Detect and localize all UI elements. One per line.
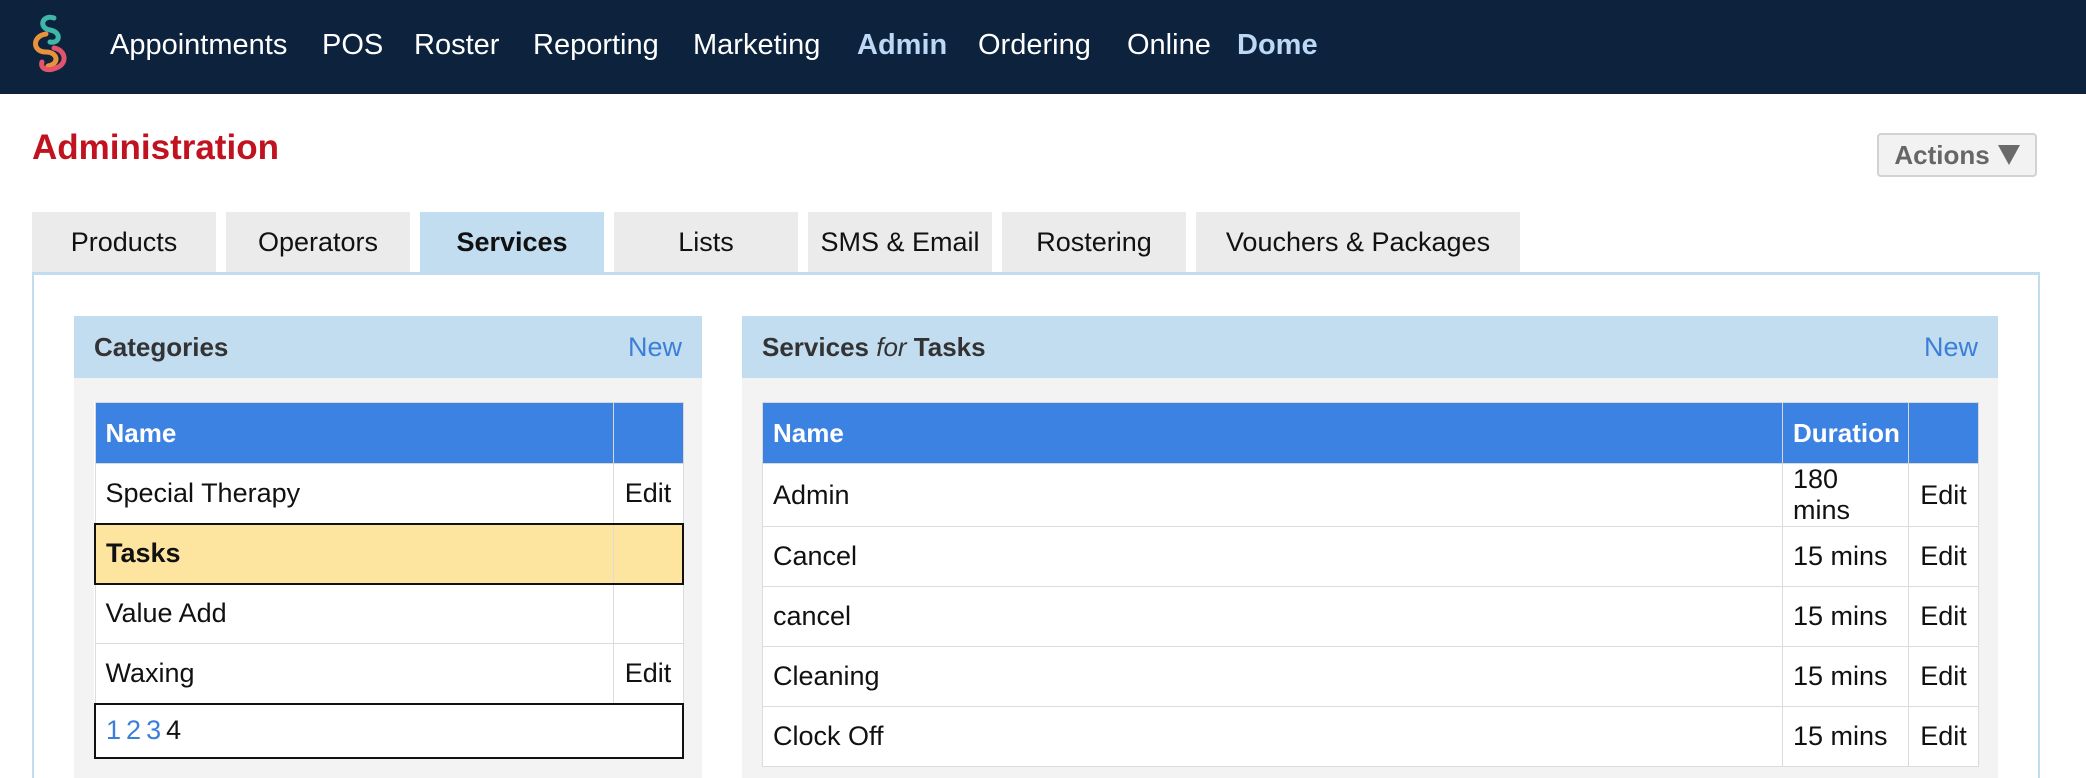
services-table: Name Duration Admin 180 mins Edit Cancel…: [762, 402, 1979, 767]
service-duration: 15 mins: [1782, 586, 1909, 647]
tab-services[interactable]: Services: [420, 212, 604, 272]
app-logo-icon[interactable]: [24, 12, 78, 78]
service-name: Cancel: [762, 526, 1783, 587]
service-name: Cleaning: [762, 646, 1783, 707]
categories-header: Categories New: [74, 316, 702, 378]
nav-pos[interactable]: POS: [322, 22, 383, 68]
table-row[interactable]: cancel 15 mins Edit: [762, 586, 1979, 647]
edit-cell-empty: [612, 583, 684, 644]
edit-link[interactable]: Edit: [1908, 586, 1979, 647]
pagination: 1234: [94, 702, 684, 759]
new-service-link[interactable]: New: [1924, 332, 1978, 363]
page-link-1[interactable]: 1: [106, 715, 121, 745]
column-header-name: Name: [762, 402, 1783, 464]
categories-table: Name Special Therapy Edit Tasks Value Ad…: [94, 402, 684, 759]
service-name: cancel: [762, 586, 1783, 647]
table-row[interactable]: Special Therapy Edit: [94, 463, 684, 524]
edit-link[interactable]: Edit: [1908, 526, 1979, 587]
page-current: 4: [166, 715, 182, 745]
page-title: Administration: [32, 128, 279, 167]
service-duration: 15 mins: [1782, 706, 1909, 767]
actions-label: Actions: [1894, 139, 1990, 170]
categories-header-row: Name: [94, 402, 684, 464]
service-name: Clock Off: [762, 706, 1783, 767]
category-name-link[interactable]: Waxing: [94, 643, 614, 704]
table-row[interactable]: Cleaning 15 mins Edit: [762, 646, 1979, 707]
tab-rostering[interactable]: Rostering: [1002, 212, 1186, 272]
service-name: Admin: [762, 463, 1783, 527]
table-row[interactable]: Cancel 15 mins Edit: [762, 526, 1979, 587]
caret-down-icon: [1997, 145, 2020, 165]
tab-vouchers-packages[interactable]: Vouchers & Packages: [1196, 212, 1520, 272]
table-row[interactable]: Clock Off 15 mins Edit: [762, 706, 1979, 767]
service-duration: 15 mins: [1782, 646, 1909, 707]
table-row[interactable]: Admin 180 mins Edit: [762, 463, 1979, 527]
top-nav-bar: Appointments POS Roster Reporting Market…: [0, 0, 2086, 94]
services-title: Services for Tasks: [762, 332, 986, 363]
services-title-category: Tasks: [913, 331, 986, 362]
service-duration: 15 mins: [1782, 526, 1909, 587]
service-duration: 180 mins: [1782, 463, 1909, 527]
table-row-selected[interactable]: Tasks: [94, 522, 684, 585]
services-title-prefix: Services: [762, 331, 869, 362]
tab-lists[interactable]: Lists: [614, 212, 798, 272]
nav-appointments[interactable]: Appointments: [110, 22, 287, 68]
edit-link[interactable]: Edit: [612, 643, 684, 704]
services-header: Services for Tasks New: [742, 316, 1998, 378]
column-header-actions: [1908, 402, 1979, 464]
tab-sms-email[interactable]: SMS & Email: [808, 212, 992, 272]
table-row[interactable]: Value Add: [94, 583, 684, 644]
page-link-3[interactable]: 3: [146, 715, 161, 745]
nav-online[interactable]: Online: [1127, 22, 1211, 68]
edit-link[interactable]: Edit: [1908, 706, 1979, 767]
nav-marketing[interactable]: Marketing: [693, 22, 820, 68]
nav-roster[interactable]: Roster: [414, 22, 499, 68]
services-title-for: for: [876, 331, 907, 362]
category-name-link[interactable]: Value Add: [94, 583, 614, 644]
category-name-link[interactable]: Tasks: [94, 522, 614, 585]
services-header-row: Name Duration: [762, 402, 1979, 464]
tab-operators[interactable]: Operators: [226, 212, 410, 272]
table-row[interactable]: Waxing Edit: [94, 643, 684, 704]
page-link-2[interactable]: 2: [126, 715, 141, 745]
edit-link[interactable]: Edit: [612, 463, 684, 524]
column-header-actions: [612, 402, 684, 464]
nav-ordering[interactable]: Ordering: [978, 22, 1091, 68]
nav-admin[interactable]: Admin: [857, 22, 947, 68]
column-header-duration: Duration: [1782, 402, 1909, 464]
categories-title: Categories: [94, 331, 229, 362]
new-category-link[interactable]: New: [628, 332, 682, 363]
edit-cell-empty: [612, 522, 684, 585]
nav-dome[interactable]: Dome: [1237, 22, 1318, 68]
edit-link[interactable]: Edit: [1908, 646, 1979, 707]
edit-link[interactable]: Edit: [1908, 463, 1979, 527]
actions-button[interactable]: Actions: [1877, 133, 2037, 177]
category-name-link[interactable]: Special Therapy: [94, 463, 614, 524]
column-header-name: Name: [94, 402, 614, 464]
nav-reporting[interactable]: Reporting: [533, 22, 659, 68]
pagination-row: 1234: [94, 702, 684, 759]
tab-products[interactable]: Products: [32, 212, 216, 272]
